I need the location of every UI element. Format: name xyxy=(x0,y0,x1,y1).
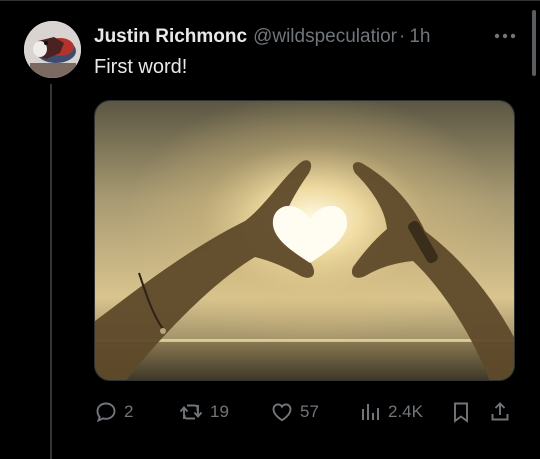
like-count: 57 xyxy=(300,402,319,421)
display-name[interactable]: Justin Richmonc xyxy=(94,26,247,48)
repost-icon xyxy=(178,400,204,424)
bookmark-button[interactable] xyxy=(450,397,472,427)
top-divider xyxy=(0,0,540,1)
tweet-text: First word! xyxy=(94,56,188,78)
scrollbar[interactable] xyxy=(532,10,536,76)
separator-dot: · xyxy=(398,26,406,47)
views-icon xyxy=(358,400,382,424)
more-icon[interactable] xyxy=(492,25,518,47)
reply-button[interactable]: 2 xyxy=(94,397,133,427)
repost-count: 19 xyxy=(210,402,229,421)
bookmark-icon xyxy=(450,400,472,424)
tweet-header: Justin Richmonc @wildspeculatior · 1h xyxy=(94,23,518,51)
timestamp[interactable]: 1h xyxy=(409,26,430,48)
share-icon xyxy=(488,400,512,424)
tweet-image[interactable] xyxy=(94,100,515,381)
reply-count: 2 xyxy=(124,402,134,421)
views-count: 2.4K xyxy=(388,402,423,421)
tweet-actions: 2 19 57 2.4K xyxy=(94,397,524,427)
reply-icon xyxy=(94,400,118,424)
user-handle[interactable]: @wildspeculatior xyxy=(253,26,397,48)
like-icon xyxy=(270,400,294,424)
avatar[interactable] xyxy=(24,21,81,78)
share-button[interactable] xyxy=(488,397,512,427)
like-button[interactable]: 57 xyxy=(270,397,319,427)
thread-line xyxy=(50,84,52,459)
views-button[interactable]: 2.4K xyxy=(358,397,423,427)
repost-button[interactable]: 19 xyxy=(178,397,229,427)
